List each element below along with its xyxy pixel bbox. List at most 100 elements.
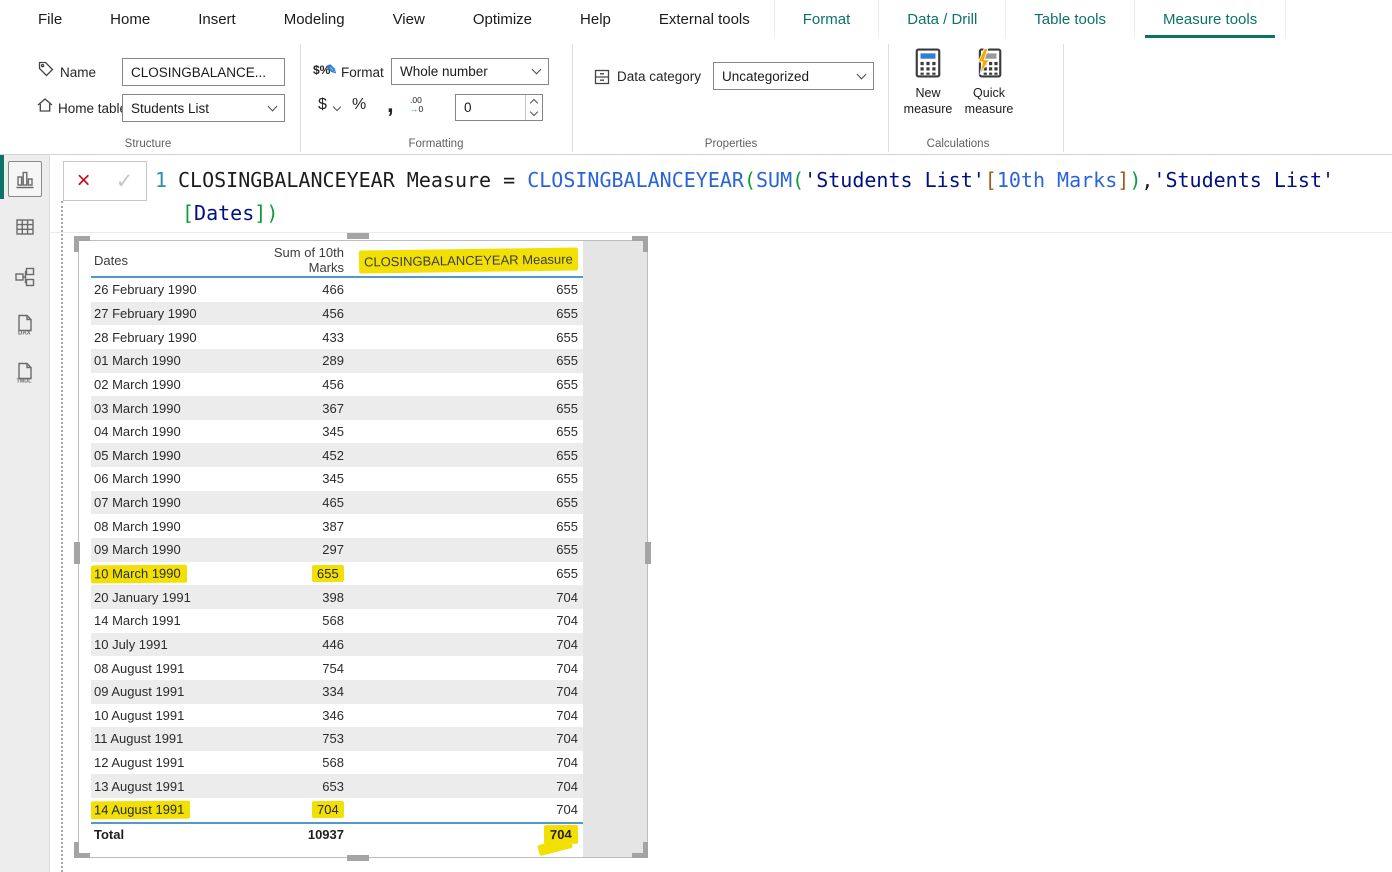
comma-icon[interactable]: , [387,91,394,119]
stepper-up-icon[interactable] [526,95,542,108]
table-row[interactable]: 06 March 1990345655 [91,467,583,491]
tab-table-tools[interactable]: Table tools [1005,0,1134,38]
column-header-2[interactable]: CLOSINGBALANCEYEAR Measure [346,249,583,272]
quick-measure-button[interactable]: Quickmeasure [957,48,1021,117]
table-cell: 02 March 1990 [91,377,261,392]
dax-token: CLOSINGBALANCEYEAR [527,168,744,192]
table-cell: 655 [261,565,346,582]
dax-token: ( [744,168,756,192]
tab-data-drill[interactable]: Data / Drill [878,0,1005,38]
formula-bar[interactable]: × ✓ 1CLOSINGBALANCEYEAR Measure = CLOSIN… [50,155,1392,233]
dax-query-view-icon[interactable]: DAX [13,313,37,337]
table-row[interactable]: 04 March 1990345655 [91,420,583,444]
currency-icon[interactable]: $ [318,96,327,114]
table-row[interactable]: 26 February 1990466655 [91,278,583,302]
table-row[interactable]: 14 August 1991704704 [91,798,583,822]
table-cell: 704 [346,755,583,770]
format-select[interactable]: Whole number [391,58,549,85]
table-cell: 289 [261,353,346,368]
percent-icon[interactable]: % [352,96,366,114]
tab-external-tools[interactable]: External tools [635,0,774,38]
table-cell: 655 [346,471,583,486]
stepper-down-icon[interactable] [526,108,542,121]
tab-view[interactable]: View [369,0,449,38]
table-row[interactable]: 12 August 1991568704 [91,751,583,775]
table-row[interactable]: 03 March 1990367655 [91,396,583,420]
table-cell: 10 August 1991 [91,708,261,723]
table-row[interactable]: 14 March 1991568704 [91,609,583,633]
dax-token: 10th Marks [997,168,1117,192]
dax-token: ) [1129,168,1141,192]
table-row[interactable]: 10 July 1991446704 [91,633,583,657]
table-cell: 704 [346,731,583,746]
table-row[interactable]: 02 March 1990456655 [91,373,583,397]
table-cell: 06 March 1990 [91,471,261,486]
table-cell: 398 [261,590,346,605]
commit-icon[interactable]: ✓ [116,171,134,192]
table-cell: 27 February 1990 [91,306,261,321]
table-row[interactable]: 28 February 1990433655 [91,325,583,349]
resize-handle-bottom-left[interactable] [74,842,90,858]
table-cell: 653 [261,779,346,794]
resize-handle-right[interactable] [645,542,651,564]
home-icon [36,96,54,114]
column-header-0[interactable]: Dates [91,253,261,268]
currency-chevron-icon[interactable] [333,103,341,111]
table-cell: 704 [346,779,583,794]
table-cell: 09 August 1991 [91,684,261,699]
column-header-1[interactable]: Sum of 10th Marks [261,245,346,275]
new-measure-button[interactable]: Newmeasure [896,48,960,117]
dax-token: 'Students List' [1153,168,1334,192]
table: DatesSum of 10th MarksCLOSINGBALANCEYEAR… [91,244,583,846]
table-row[interactable]: 20 January 1991398704 [91,585,583,609]
tab-measure-tools[interactable]: Measure tools [1134,0,1286,38]
table-view-icon[interactable] [13,215,37,239]
model-view-icon[interactable] [13,265,37,289]
tab-insert[interactable]: Insert [174,0,260,38]
decimal-stepper[interactable]: 0 [455,94,543,121]
formula-line-2: [Dates]) [155,197,1382,230]
resize-handle-top-right[interactable] [632,236,648,252]
table-row[interactable]: 01 March 1990289655 [91,349,583,373]
resize-handle-left[interactable] [74,542,80,564]
report-view-icon[interactable] [13,167,37,191]
group-separator [300,44,301,152]
table-cell: 456 [261,377,346,392]
decimal-places-icon[interactable]: .00→0 [410,96,423,114]
dax-formula[interactable]: 1CLOSINGBALANCEYEAR Measure = CLOSINGBAL… [155,164,1382,230]
tab-modeling[interactable]: Modeling [260,0,369,38]
resize-handle-bottom[interactable] [347,855,369,861]
table-row[interactable]: 10 August 1991346704 [91,704,583,728]
table-row[interactable]: 07 March 1990465655 [91,491,583,515]
highlight-marker: 704 [544,825,578,844]
tab-home[interactable]: Home [86,0,174,38]
table-cell: 704 [346,613,583,628]
resize-handle-top[interactable] [347,233,369,239]
tab-help[interactable]: Help [556,0,635,38]
table-row[interactable]: 27 February 1990456655 [91,302,583,326]
tab-optimize[interactable]: Optimize [449,0,556,38]
measure-name-input[interactable] [122,58,285,86]
tab-file[interactable]: File [14,0,86,38]
structure-group-label: Structure [68,138,228,150]
resize-handle-bottom-right[interactable] [632,842,648,858]
table-row[interactable]: 08 August 1991754704 [91,656,583,680]
table-row[interactable]: 13 August 1991653704 [91,774,583,798]
ribbon: Name Home table Students List Structure … [0,38,1392,155]
table-visual[interactable]: DatesSum of 10th MarksCLOSINGBALANCEYEAR… [78,240,648,858]
calculations-group-label: Calculations [878,138,1038,150]
home-table-select[interactable]: Students List [122,94,285,122]
tab-format[interactable]: Format [774,0,879,38]
data-category-select[interactable]: Uncategorized [713,62,874,90]
resize-handle-top-left[interactable] [74,236,90,252]
cancel-icon[interactable]: × [77,169,91,193]
table-cell: 28 February 1990 [91,330,261,345]
tmdl-view-icon[interactable]: TMDL [13,361,37,385]
table-row[interactable]: 11 August 1991753704 [91,727,583,751]
table-row[interactable]: 09 March 1990297655 [91,538,583,562]
table-row[interactable]: 10 March 1990655655 [91,562,583,586]
new-measure-icon [915,48,941,81]
table-row[interactable]: 08 March 1990387655 [91,514,583,538]
table-row[interactable]: 09 August 1991334704 [91,680,583,704]
table-row[interactable]: 05 March 1990452655 [91,443,583,467]
